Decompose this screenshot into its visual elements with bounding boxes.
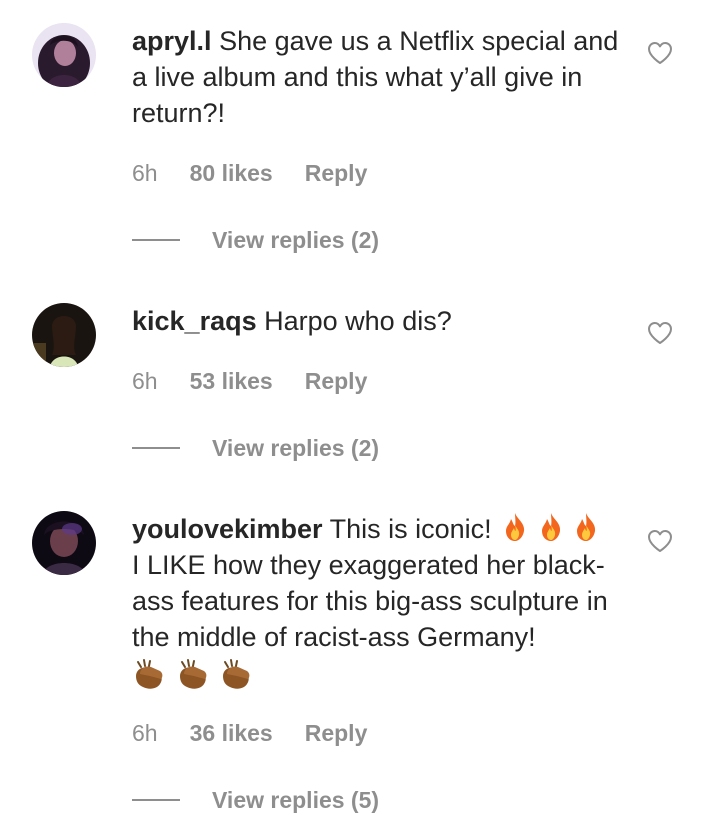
clapping-hands-emoji-icon [179, 658, 206, 689]
comment-username[interactable]: apryl.l [132, 26, 212, 56]
replies-divider [132, 799, 180, 801]
comment-meta: 6h 36 likes Reply [132, 719, 367, 747]
comment-body-line1: This is iconic! [329, 514, 492, 544]
avatar[interactable] [32, 23, 96, 87]
comment-likes[interactable]: 36 likes [190, 719, 273, 747]
view-replies-label: View replies (2) [212, 227, 380, 253]
comment-body: I LIKE how they exaggerated her black-as… [132, 550, 608, 652]
fire-emoji-icon [541, 513, 560, 541]
avatar[interactable] [32, 303, 96, 367]
view-replies-button[interactable]: View replies (2) [132, 226, 379, 254]
replies-divider [132, 447, 180, 449]
fire-emoji-icon [506, 513, 525, 541]
comment-timestamp: 6h [132, 368, 158, 394]
comment-meta: 6h 53 likes Reply [132, 367, 367, 395]
comment-body: Harpo who dis? [264, 306, 452, 336]
reply-button[interactable]: Reply [305, 367, 368, 395]
heart-outline-icon[interactable] [647, 41, 673, 65]
heart-outline-icon[interactable] [647, 321, 673, 345]
comment-timestamp: 6h [132, 720, 158, 746]
comment-likes[interactable]: 53 likes [190, 367, 273, 395]
reply-button[interactable]: Reply [305, 159, 368, 187]
clapping-hands-emoji-icon [136, 658, 163, 689]
fire-emoji-icon [577, 513, 596, 541]
clapping-hands-emoji-icon [223, 658, 250, 689]
clap-emoji-row [132, 655, 622, 693]
reply-button[interactable]: Reply [305, 719, 368, 747]
view-replies-button[interactable]: View replies (5) [132, 786, 379, 814]
comment-meta: 6h 80 likes Reply [132, 159, 367, 187]
comment-username[interactable]: youlovekimber [132, 514, 323, 544]
heart-outline-icon[interactable] [647, 529, 673, 553]
comment-text: kick_raqs Harpo who dis? [132, 303, 622, 339]
comment-timestamp: 6h [132, 160, 158, 186]
view-replies-button[interactable]: View replies (2) [132, 434, 379, 462]
replies-divider [132, 239, 180, 241]
comment-text: apryl.l She gave us a Netflix special an… [132, 23, 622, 131]
avatar[interactable] [32, 511, 96, 575]
view-replies-label: View replies (5) [212, 787, 380, 813]
comment-text: youlovekimber This is iconic! I LIKE how… [132, 511, 622, 693]
view-replies-label: View replies (2) [212, 435, 380, 461]
comment-likes[interactable]: 80 likes [190, 159, 273, 187]
comment-username[interactable]: kick_raqs [132, 306, 257, 336]
